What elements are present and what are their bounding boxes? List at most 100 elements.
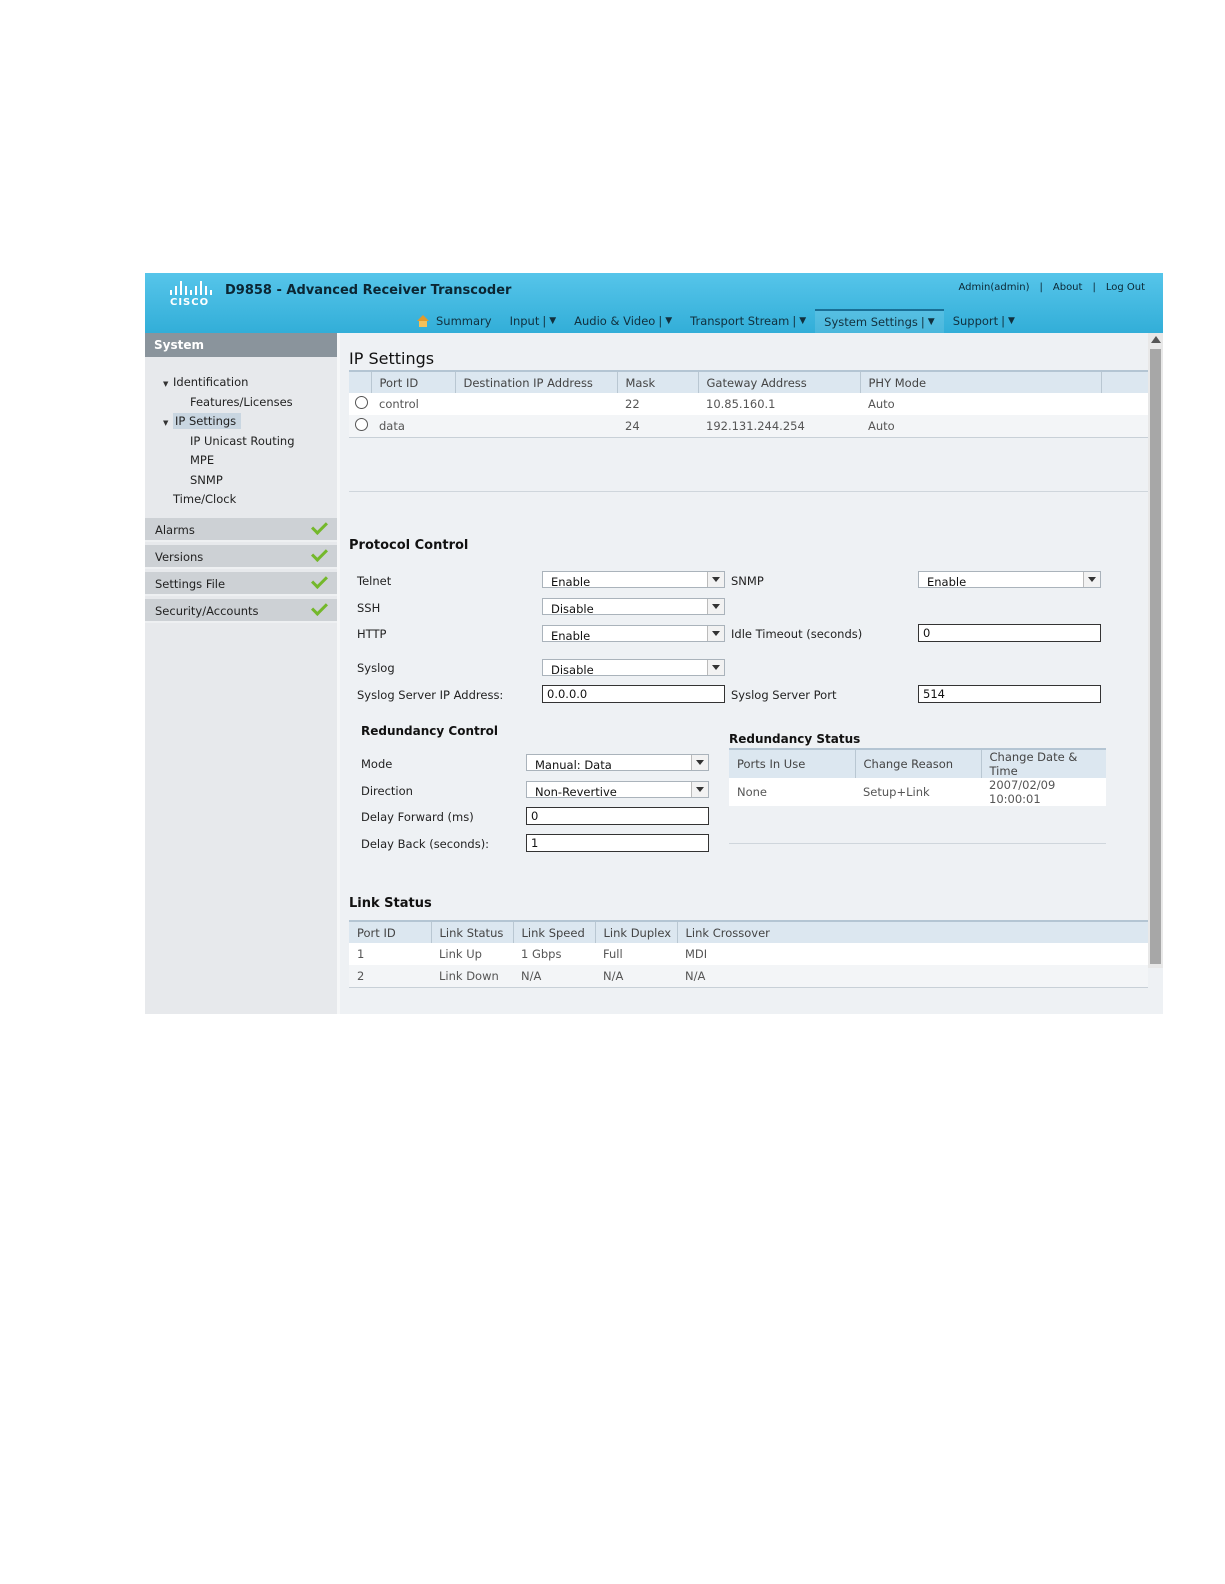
- dropdown-arrow-icon: ▼: [1008, 316, 1015, 326]
- dropdown-arrow-icon: ▼: [927, 317, 935, 327]
- dropdown-arrow-icon: [707, 572, 724, 587]
- column-header-select: [349, 370, 372, 393]
- column-header: Gateway Address: [698, 370, 861, 393]
- home-icon: [416, 315, 430, 327]
- nav-system-settings[interactable]: System Settings | ▼: [815, 309, 944, 333]
- table-row[interactable]: control 22 10.85.160.1 Auto: [349, 393, 1148, 415]
- tree-item-identification[interactable]: ▼ Identification: [145, 373, 337, 393]
- syslog-ip-label: Syslog Server IP Address:: [357, 688, 504, 702]
- snmp-select[interactable]: Enable: [918, 571, 1101, 589]
- about-link[interactable]: About: [1053, 282, 1083, 293]
- column-header: Port ID: [349, 920, 432, 943]
- dropdown-arrow-icon: [691, 782, 708, 797]
- row-radio[interactable]: [355, 418, 368, 431]
- column-header: PHY Mode: [860, 370, 1102, 393]
- delay-forward-label: Delay Forward (ms): [361, 810, 474, 824]
- column-header: Change Reason: [855, 748, 982, 778]
- syslog-label: Syslog: [357, 661, 395, 675]
- idle-timeout-label: Idle Timeout (seconds): [731, 627, 863, 641]
- top-links: Admin(admin) | About | Log Out: [958, 282, 1145, 293]
- row-radio[interactable]: [355, 396, 368, 409]
- logout-link[interactable]: Log Out: [1106, 282, 1145, 293]
- nav-support[interactable]: Support | ▼: [944, 309, 1024, 333]
- cisco-logo: CISCO: [170, 281, 218, 309]
- nav-summary[interactable]: Summary: [407, 309, 501, 333]
- app-title: D9858 - Advanced Receiver Transcoder: [225, 283, 512, 298]
- dropdown-arrow-icon: ▼: [549, 316, 557, 326]
- tree-item-features-licenses[interactable]: Features/Licenses: [145, 393, 337, 413]
- redundancy-control-title: Redundancy Control: [361, 724, 499, 738]
- ssh-select[interactable]: Disable: [542, 598, 725, 616]
- expand-triangle-icon: ▼: [163, 380, 169, 388]
- check-icon: [311, 518, 328, 535]
- tree-item-ip-settings[interactable]: ▼ IP Settings: [145, 412, 337, 432]
- header-bar: CISCO D9858 - Advanced Receiver Transcod…: [145, 273, 1163, 333]
- column-header: Ports In Use: [729, 748, 856, 778]
- http-select[interactable]: Enable: [542, 625, 725, 643]
- ip-settings-table: Port ID Destination IP Address Mask Gate…: [349, 370, 1148, 438]
- vertical-scrollbar[interactable]: [1148, 333, 1163, 968]
- protocol-control-title: Protocol Control: [349, 538, 469, 553]
- idle-timeout-input[interactable]: 0: [918, 624, 1101, 642]
- dropdown-arrow-icon: [1083, 572, 1100, 587]
- check-icon: [311, 572, 328, 589]
- syslog-ip-input[interactable]: 0.0.0.0: [542, 685, 725, 703]
- mode-select[interactable]: Manual: Data: [526, 754, 709, 772]
- column-header: Link Duplex: [595, 920, 678, 943]
- redundancy-status-table: Ports In Use Change Reason Change Date &…: [729, 748, 1106, 806]
- column-header: Mask: [617, 370, 699, 393]
- tree-item-snmp[interactable]: SNMP: [145, 471, 337, 491]
- sidebar: System ▼ Identification Features/Licenses…: [145, 333, 337, 1014]
- table-row: 1 Link Up 1 Gbps Full MDI: [349, 943, 1148, 965]
- syslog-select[interactable]: Disable: [542, 659, 725, 677]
- snmp-label: SNMP: [731, 574, 764, 588]
- direction-select[interactable]: Non-Revertive: [526, 781, 709, 799]
- column-header: Port ID: [371, 370, 456, 393]
- sidebar-group-versions[interactable]: Versions: [145, 545, 337, 569]
- telnet-select[interactable]: Enable: [542, 571, 725, 589]
- scroll-up-icon[interactable]: [1151, 336, 1161, 343]
- direction-label: Direction: [361, 784, 413, 798]
- syslog-port-label: Syslog Server Port: [731, 688, 837, 702]
- table-row: 2 Link Down N/A N/A N/A: [349, 965, 1148, 988]
- check-icon: [311, 545, 328, 562]
- sidebar-group-security-accounts[interactable]: Security/Accounts: [145, 599, 337, 623]
- user-link[interactable]: Admin(admin): [958, 282, 1029, 293]
- syslog-port-input[interactable]: 514: [918, 685, 1101, 703]
- delay-forward-input[interactable]: 0: [526, 807, 709, 825]
- page-title: IP Settings: [349, 349, 435, 368]
- sidebar-group-settings-file[interactable]: Settings File: [145, 572, 337, 596]
- check-icon: [311, 599, 328, 616]
- ssh-label: SSH: [357, 601, 381, 615]
- nav-transport-stream[interactable]: Transport Stream | ▼: [681, 309, 815, 333]
- table-row: None Setup+Link 2007/02/09 10:00:01: [729, 778, 1106, 806]
- mode-label: Mode: [361, 757, 393, 771]
- nav-input[interactable]: Input | ▼: [501, 309, 566, 333]
- dropdown-arrow-icon: ▼: [799, 316, 807, 326]
- main-nav: Summary Input | ▼ Audio & Video | ▼ Transpor…: [407, 309, 1024, 333]
- delay-back-input[interactable]: 1: [526, 834, 709, 852]
- sidebar-group-alarms[interactable]: Alarms: [145, 518, 337, 542]
- dropdown-arrow-icon: [707, 599, 724, 614]
- column-header: Link Crossover: [677, 920, 1148, 943]
- column-header: Link Speed: [513, 920, 596, 943]
- column-header: Link Status: [431, 920, 514, 943]
- scrollbar-thumb[interactable]: [1150, 349, 1161, 964]
- link-status-title: Link Status: [349, 896, 432, 911]
- sidebar-header[interactable]: System: [145, 333, 337, 357]
- link-status-table: Port ID Link Status Link Speed Link Dupl…: [349, 920, 1148, 988]
- expand-triangle-icon: ▼: [163, 419, 169, 427]
- divider: [349, 491, 1148, 492]
- column-header: Destination IP Address: [455, 370, 618, 393]
- nav-audio-video[interactable]: Audio & Video | ▼: [565, 309, 681, 333]
- tree-item-time-clock[interactable]: Time/Clock: [145, 490, 337, 510]
- dropdown-arrow-icon: [691, 755, 708, 770]
- tree-item-mpe[interactable]: MPE: [145, 451, 337, 471]
- divider: [729, 843, 1106, 844]
- dropdown-arrow-icon: [707, 660, 724, 675]
- sidebar-tree: ▼ Identification Features/Licenses ▼ IP Se…: [145, 357, 337, 510]
- table-row[interactable]: data 24 192.131.244.254 Auto: [349, 415, 1148, 438]
- delay-back-label: Delay Back (seconds):: [361, 837, 490, 851]
- main-content: IP Settings Port ID Destination IP Addre…: [340, 333, 1148, 1014]
- tree-item-ip-unicast-routing[interactable]: IP Unicast Routing: [145, 432, 337, 452]
